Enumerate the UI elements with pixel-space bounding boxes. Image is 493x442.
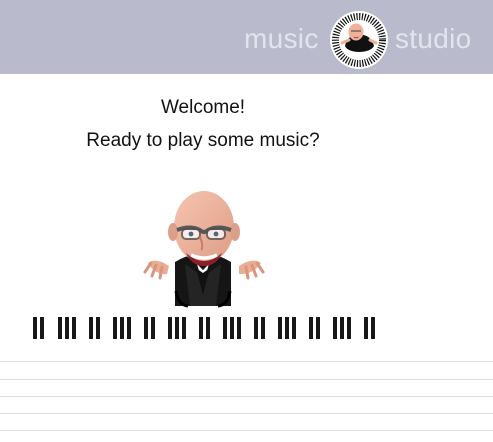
staff-line: [0, 430, 493, 431]
staff-line: [0, 396, 493, 397]
staff-line: [0, 379, 493, 380]
brand-text-studio: studio: [395, 23, 472, 54]
brand-text-music: music: [244, 23, 319, 54]
staff-line: [0, 413, 493, 414]
piano-keyboard-logo-icon: [330, 11, 388, 69]
staff-line: [0, 361, 493, 362]
bald-pianist-mascot-icon: [143, 191, 265, 308]
welcome-heading: Welcome!: [160, 97, 246, 118]
welcome-subtitle: Ready to play some music?: [86, 130, 320, 151]
staff-lines: [0, 357, 493, 442]
music-studio-page: music studio Welcome! Ready to play some…: [0, 0, 493, 442]
piano-black-keys-icon: [33, 317, 375, 339]
header: music studio: [0, 0, 493, 74]
